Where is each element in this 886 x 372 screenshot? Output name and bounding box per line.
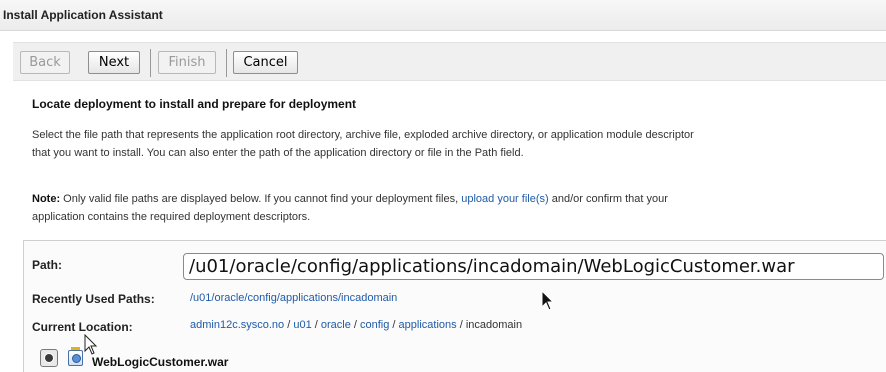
- finish-button[interactable]: Finish: [158, 51, 216, 74]
- recent-path-link[interactable]: /u01/oracle/config/applications/incadoma…: [190, 292, 397, 304]
- mouse-pointer-icon: [541, 290, 555, 311]
- next-button[interactable]: Next: [88, 51, 140, 74]
- description-line-1: Select the file path that represents the…: [32, 129, 694, 141]
- toolbar-separator: [150, 49, 151, 77]
- file-name-label: WebLogicCustomer.war: [92, 355, 229, 369]
- note-text-before: Only valid file paths are displayed belo…: [60, 193, 462, 205]
- breadcrumb-separator: /: [389, 319, 399, 331]
- radio-selected-icon[interactable]: [40, 349, 58, 367]
- toolbar-separator: [226, 49, 227, 77]
- path-label: Path:: [32, 258, 62, 272]
- breadcrumb-item-config[interactable]: config: [360, 319, 389, 331]
- breadcrumb-current: incadomain: [465, 319, 523, 331]
- back-button[interactable]: Back: [20, 51, 70, 74]
- breadcrumb-separator: /: [311, 319, 321, 331]
- breadcrumb-item-oracle[interactable]: oracle: [321, 319, 351, 331]
- window-title-bar: Install Application Assistant: [0, 0, 886, 31]
- breadcrumb-separator: /: [456, 319, 466, 331]
- current-location-label: Current Location:: [32, 320, 133, 334]
- wizard-toolbar: Back Next Finish Cancel: [13, 42, 886, 81]
- note-line-2: application contains the required deploy…: [32, 211, 311, 223]
- description-line-2: that you want to install. You can also e…: [32, 147, 524, 159]
- breadcrumb-separator: /: [284, 319, 294, 331]
- note-label: Note:: [32, 193, 61, 205]
- window-title: Install Application Assistant: [3, 8, 163, 22]
- breadcrumb-item-applications[interactable]: applications: [399, 319, 457, 331]
- mouse-pointer-icon: [84, 334, 98, 355]
- archive-file-icon: [68, 347, 83, 366]
- recently-used-paths-label: Recently Used Paths:: [32, 292, 155, 306]
- breadcrumb-separator: /: [350, 319, 361, 331]
- path-input[interactable]: [183, 253, 884, 280]
- cancel-button[interactable]: Cancel: [233, 51, 298, 74]
- breadcrumb-item-u01[interactable]: u01: [293, 319, 311, 331]
- upload-files-link[interactable]: upload your file(s): [461, 193, 548, 205]
- note-text: Note: Only valid file paths are displaye…: [32, 190, 886, 226]
- note-text-after: and/or confirm that your: [548, 193, 668, 205]
- breadcrumb: admin12c.sysco.no / u01 / oracle / confi…: [190, 319, 522, 331]
- section-heading: Locate deployment to install and prepare…: [32, 97, 357, 111]
- breadcrumb-item-host[interactable]: admin12c.sysco.no: [190, 319, 284, 331]
- description-text: Select the file path that represents the…: [32, 126, 886, 162]
